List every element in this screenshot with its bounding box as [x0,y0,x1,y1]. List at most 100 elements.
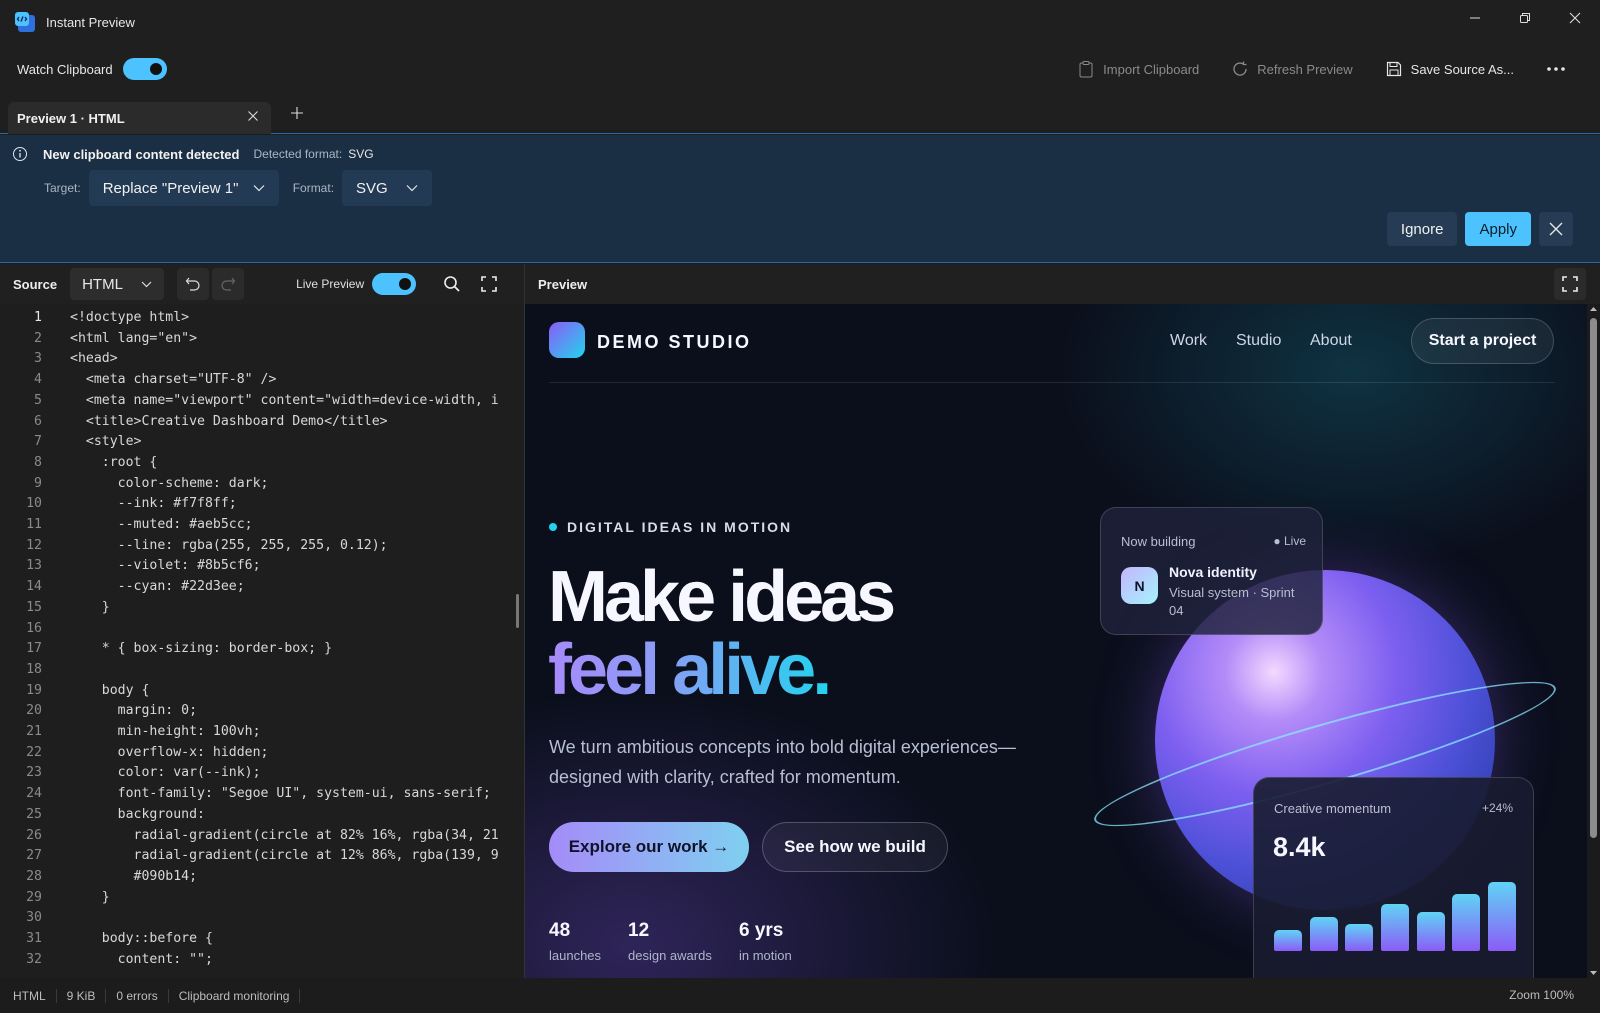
dismiss-infobar-button[interactable] [1539,212,1573,246]
code-line[interactable]: 15 } [0,597,524,618]
watch-clipboard-toggle[interactable] [122,58,167,80]
code-line[interactable]: 14 --cyan: #22d3ee; [0,576,524,597]
format-select[interactable]: SVG [342,170,433,206]
code-line[interactable]: 21 min-height: 100vh; [0,721,524,742]
code-line[interactable]: 17 * { box-sizing: border-box; } [0,638,524,659]
status-bar: HTML 9 KiB 0 errors Clipboard monitoring… [0,978,1600,1013]
status-size: 9 KiB [57,988,107,1003]
code-text: } [70,599,110,615]
target-select[interactable]: Replace "Preview 1" [88,170,279,206]
explore-work-button[interactable]: Explore our work → [549,822,749,872]
line-number: 7 [34,434,42,450]
code-line[interactable]: 19 body { [0,680,524,701]
preview-render: DEMO STUDIO Work Studio About Start a pr… [525,304,1587,978]
momentum-delta: +24% [1481,801,1513,815]
code-line[interactable]: 10 --ink: #f7f8ff; [0,493,524,514]
close-window-button[interactable] [1550,0,1600,36]
header-divider [549,382,1555,383]
stat-years: 6 yrs in motion [739,920,792,963]
redo-button[interactable] [212,268,245,300]
line-number: 13 [26,558,42,574]
code-line[interactable]: 20 margin: 0; [0,700,524,721]
preview-title: Preview [538,276,588,292]
stat-awards: 12 design awards [628,920,712,963]
see-how-we-build-button[interactable]: See how we build [762,822,948,872]
nav-link-studio[interactable]: Studio [1236,332,1281,350]
code-line[interactable]: 29 } [0,887,524,908]
nav-link-work[interactable]: Work [1170,332,1207,350]
tab-close-button[interactable] [247,110,259,122]
stat-value: 12 [628,920,650,941]
code-line[interactable]: 3 <head> [0,348,524,369]
code-line[interactable]: 12 --line: rgba(255, 255, 255, 0.12); [0,535,524,556]
code-line[interactable]: 22 overflow-x: hidden; [0,742,524,763]
code-text: :root { [70,454,158,470]
code-line[interactable]: 11 --muted: #aeb5cc; [0,514,524,535]
restore-button[interactable] [1500,0,1550,36]
new-tab-button[interactable] [290,106,304,120]
line-number: 25 [26,806,42,822]
code-line[interactable]: 28 #090b14; [0,866,524,887]
line-number: 19 [26,682,42,698]
minimize-button[interactable] [1450,0,1500,36]
code-line[interactable]: 26 radial-gradient(circle at 82% 16%, rg… [0,825,524,846]
refresh-preview-button[interactable]: Refresh Preview [1217,52,1366,86]
save-icon [1386,61,1401,77]
apply-button[interactable]: Apply [1465,212,1531,246]
code-line[interactable]: 2 <html lang="en"> [0,328,524,349]
code-line[interactable]: 32 content: ""; [0,949,524,970]
format-label: Format: [292,181,335,195]
code-line[interactable]: 23 color: var(--ink); [0,762,524,783]
momentum-card: Creative momentum +24% 8.4k [1253,777,1534,978]
preview-scrollbar-thumb[interactable] [1590,318,1597,838]
ignore-button[interactable]: Ignore [1386,212,1458,246]
code-editor[interactable]: 1 <!doctype html> 2 <html lang="en"> 3 <head>… [0,304,524,978]
now-building-card: Now building ● Live N Nova identity Visu… [1100,507,1323,635]
code-line[interactable]: 4 <meta charset="UTF-8" /> [0,369,524,390]
code-text: overflow-x: hidden; [70,744,269,760]
save-source-button[interactable]: Save Source As... [1371,52,1528,86]
source-title: Source [13,276,58,292]
tab-preview-1[interactable]: Preview 1 · HTML [8,102,271,134]
code-line[interactable]: 31 body::before { [0,928,524,949]
project-name: Nova identity [1169,564,1257,580]
status-zoom[interactable]: Zoom 100% [1509,988,1574,1002]
code-line[interactable]: 5 <meta name="viewport" content="width=d… [0,390,524,411]
code-line[interactable]: 1 <!doctype html> [0,307,524,328]
code-line[interactable]: 16 [0,618,524,639]
line-number: 21 [26,724,42,739]
language-select[interactable]: HTML [70,268,165,300]
nav-link-about[interactable]: About [1310,332,1352,350]
title-bar: Instant Preview [0,0,1600,44]
site-logo[interactable] [549,322,585,358]
detected-format-label: Detected format: [253,147,343,161]
preview-fullscreen-button[interactable] [1554,268,1586,300]
more-options-button[interactable] [1532,52,1580,86]
stat-label: in motion [739,948,792,963]
momentum-label: Creative momentum [1274,801,1392,816]
main-toolbar: Watch Clipboard Import Clipboard Refresh… [0,44,1600,94]
stat-launches: 48 launches [549,920,601,963]
code-line[interactable]: 27 radial-gradient(circle at 12% 86%, rg… [0,845,524,866]
code-line[interactable]: 18 [0,659,524,680]
code-line[interactable]: 6 <title>Creative Dashboard Demo</title> [0,411,524,432]
code-text: --muted: #aeb5cc; [70,517,253,532]
code-line[interactable]: 9 color-scheme: dark; [0,473,524,494]
code-line[interactable]: 24 font-family: "Segoe UI", system-ui, s… [0,783,524,804]
search-button[interactable] [436,268,468,300]
code-line[interactable]: 7 <style> [0,431,524,452]
code-line[interactable]: 25 background: [0,804,524,825]
undo-button[interactable] [177,268,210,300]
momentum-bar [1345,924,1374,951]
code-line[interactable]: 30 [0,907,524,928]
source-fullscreen-button[interactable] [473,268,505,300]
live-preview-toggle[interactable] [372,273,417,295]
code-line[interactable]: 13 --violet: #8b5cf6; [0,555,524,576]
code-line[interactable]: 8 :root { [0,452,524,473]
preview-scrollbar[interactable] [1587,304,1600,978]
stat-label: design awards [628,948,712,963]
close-icon [248,111,258,121]
source-pane-header: Source HTML Live Preview [0,264,524,304]
import-clipboard-button[interactable]: Import Clipboard [1063,52,1213,86]
start-project-button[interactable]: Start a project [1411,318,1554,364]
